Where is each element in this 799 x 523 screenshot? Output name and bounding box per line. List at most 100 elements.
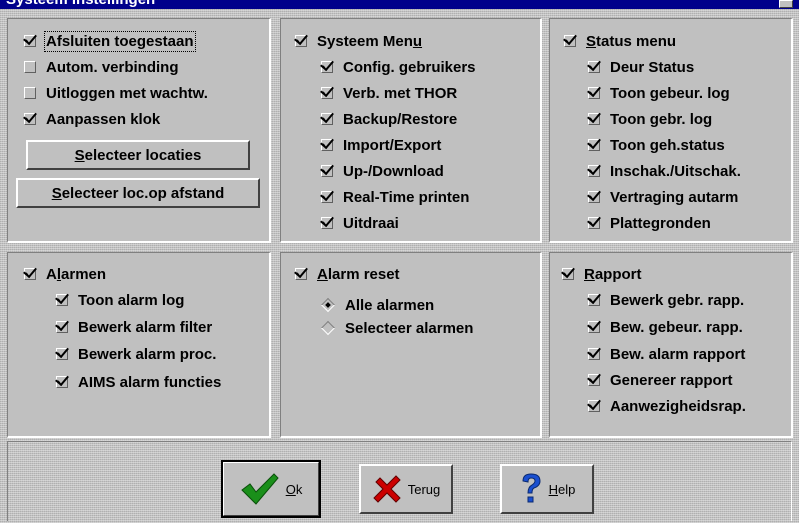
ok-button[interactable]: Ok bbox=[221, 460, 321, 518]
checkbox-box[interactable] bbox=[56, 321, 68, 333]
checkbox-delay-autarm[interactable]: Vertraging autarm bbox=[588, 186, 738, 208]
checkbox-label: Aanpassen klok bbox=[46, 110, 161, 128]
checkbox-label: Status menu bbox=[586, 32, 677, 50]
checkbox-logout-password[interactable]: Uitloggen met wachtw. bbox=[24, 82, 208, 104]
checkbox-label: Autom. verbinding bbox=[46, 58, 179, 76]
radio-label: Selecteer alarmen bbox=[345, 319, 474, 337]
help-button[interactable]: Help bbox=[500, 464, 594, 514]
select-locations-label: electeer locaties bbox=[84, 146, 202, 164]
checkbox-report[interactable]: Rapport bbox=[562, 263, 642, 285]
checkbox-printout[interactable]: Uitdraai bbox=[321, 212, 399, 234]
checkbox-show-user-log[interactable]: Toon gebr. log bbox=[588, 108, 712, 130]
checkbox-label: Toon geh.status bbox=[610, 136, 725, 154]
checkbox-label: Bewerk alarm filter bbox=[78, 318, 213, 336]
checkbox-box[interactable] bbox=[295, 268, 307, 280]
checkbox-generate-report[interactable]: Genereer rapport bbox=[588, 369, 733, 391]
checkbox-label: Toon gebr. log bbox=[610, 110, 713, 128]
checkbox-box[interactable] bbox=[588, 374, 600, 386]
checkbox-box[interactable] bbox=[588, 400, 600, 412]
checkbox-edit-user-report[interactable]: Bewerk gebr. rapp. bbox=[588, 289, 744, 311]
checkbox-label: Real-Time printen bbox=[343, 188, 470, 206]
checkbox-box[interactable] bbox=[24, 113, 36, 125]
checkbox-arm-disarm[interactable]: Inschak./Uitschak. bbox=[588, 160, 741, 182]
checkbox-box[interactable] bbox=[321, 139, 333, 151]
checkbox-box[interactable] bbox=[295, 35, 307, 47]
checkbox-box[interactable] bbox=[588, 294, 600, 306]
ok-label: Ok bbox=[285, 481, 303, 497]
checkbox-box[interactable] bbox=[588, 61, 600, 73]
checkbox-box[interactable] bbox=[56, 294, 68, 306]
checkbox-box[interactable] bbox=[588, 139, 600, 151]
checkbox-label: Plattegronden bbox=[610, 214, 711, 232]
system-menu-panel: Systeem Menu Config. gebruikers Verb. me… bbox=[280, 18, 542, 243]
checkbox-alarms[interactable]: Alarmen bbox=[24, 263, 106, 285]
checkbox-box[interactable] bbox=[321, 217, 333, 229]
checkbox-edit-alarm-filter[interactable]: Bewerk alarm filter bbox=[56, 316, 212, 338]
checkbox-box[interactable] bbox=[321, 113, 333, 125]
checkbox-box[interactable] bbox=[588, 321, 600, 333]
checkbox-realtime-print[interactable]: Real-Time printen bbox=[321, 186, 469, 208]
cross-icon bbox=[373, 475, 401, 503]
checkbox-shutdown-allowed[interactable]: Afsluiten toegestaan bbox=[24, 30, 196, 52]
checkbox-show-memory-status[interactable]: Toon geh.status bbox=[588, 134, 725, 156]
checkbox-box[interactable] bbox=[56, 376, 68, 388]
radio-button[interactable] bbox=[320, 297, 336, 313]
checkbox-box[interactable] bbox=[588, 87, 600, 99]
window-control-button[interactable] bbox=[779, 0, 793, 8]
checkbox-connect-thor[interactable]: Verb. met THOR bbox=[321, 82, 457, 104]
select-locations-mnemonic: S bbox=[74, 146, 85, 164]
checkbox-floorplans[interactable]: Plattegronden bbox=[588, 212, 711, 234]
checkbox-box[interactable] bbox=[24, 268, 36, 280]
checkbox-box[interactable] bbox=[588, 165, 600, 177]
checkbox-import-export[interactable]: Import/Export bbox=[321, 134, 441, 156]
checkbox-box[interactable] bbox=[24, 87, 36, 99]
checkbox-system-menu[interactable]: Systeem Menu bbox=[295, 30, 422, 52]
checkbox-label: Verb. met THOR bbox=[343, 84, 458, 102]
checkbox-alarm-reset[interactable]: Alarm reset bbox=[295, 263, 400, 285]
checkbox-box[interactable] bbox=[588, 113, 600, 125]
checkbox-backup-restore[interactable]: Backup/Restore bbox=[321, 108, 457, 130]
back-button[interactable]: Terug bbox=[359, 464, 453, 514]
checkbox-label: Toon gebeur. log bbox=[610, 84, 730, 102]
checkbox-door-status[interactable]: Deur Status bbox=[588, 56, 694, 78]
checkbox-label: Genereer rapport bbox=[610, 371, 733, 389]
checkbox-box[interactable] bbox=[56, 348, 68, 360]
select-locations-button[interactable]: Selecteer locaties bbox=[26, 140, 250, 170]
checkbox-auto-connect[interactable]: Autom. verbinding bbox=[24, 56, 179, 78]
checkbox-box[interactable] bbox=[564, 35, 576, 47]
title-bar: Systeem instellingen bbox=[0, 0, 799, 9]
radio-all-alarms[interactable]: Alle alarmen bbox=[320, 294, 434, 316]
checkbox-edit-event-report[interactable]: Bew. gebeur. rapp. bbox=[588, 316, 743, 338]
checkbox-show-event-log[interactable]: Toon gebeur. log bbox=[588, 82, 730, 104]
checkbox-aims-alarm-functions[interactable]: AIMS alarm functies bbox=[56, 371, 221, 393]
checkbox-show-alarm-log[interactable]: Toon alarm log bbox=[56, 289, 184, 311]
checkbox-attendance-report[interactable]: Aanwezigheidsrap. bbox=[588, 395, 746, 417]
checkbox-box[interactable] bbox=[24, 35, 36, 47]
checkbox-box[interactable] bbox=[321, 61, 333, 73]
checkbox-box[interactable] bbox=[321, 87, 333, 99]
checkbox-box[interactable] bbox=[321, 191, 333, 203]
question-icon bbox=[522, 473, 541, 503]
checkbox-box[interactable] bbox=[24, 61, 36, 73]
checkbox-label: Bew. gebeur. rapp. bbox=[610, 318, 743, 336]
checkbox-box[interactable] bbox=[321, 165, 333, 177]
checkbox-box[interactable] bbox=[588, 191, 600, 203]
checkbox-up-download[interactable]: Up-/Download bbox=[321, 160, 444, 182]
select-remote-locations-button[interactable]: Selecteer loc.op afstand bbox=[16, 178, 260, 208]
checkbox-label: Afsluiten toegestaan bbox=[44, 30, 196, 52]
alarm-reset-panel: Alarm reset Alle alarmen Selecteer alarm… bbox=[280, 252, 542, 438]
checkbox-box[interactable] bbox=[562, 268, 574, 280]
radio-select-alarms[interactable]: Selecteer alarmen bbox=[320, 317, 474, 339]
alarms-panel: Alarmen Toon alarm log Bewerk alarm filt… bbox=[7, 252, 271, 438]
radio-button[interactable] bbox=[320, 320, 336, 336]
checkbox-box[interactable] bbox=[588, 348, 600, 360]
checkbox-adjust-clock[interactable]: Aanpassen klok bbox=[24, 108, 160, 130]
checkbox-status-menu[interactable]: Status menu bbox=[564, 30, 676, 52]
checkbox-edit-alarm-report[interactable]: Bew. alarm rapport bbox=[588, 343, 745, 365]
checkbox-label: Vertraging autarm bbox=[610, 188, 739, 206]
checkbox-config-users[interactable]: Config. gebruikers bbox=[321, 56, 476, 78]
checkbox-box[interactable] bbox=[588, 217, 600, 229]
checkbox-label: Aanwezigheidsrap. bbox=[610, 397, 746, 415]
checkbox-edit-alarm-proc[interactable]: Bewerk alarm proc. bbox=[56, 343, 216, 365]
checkbox-label: Import/Export bbox=[343, 136, 442, 154]
